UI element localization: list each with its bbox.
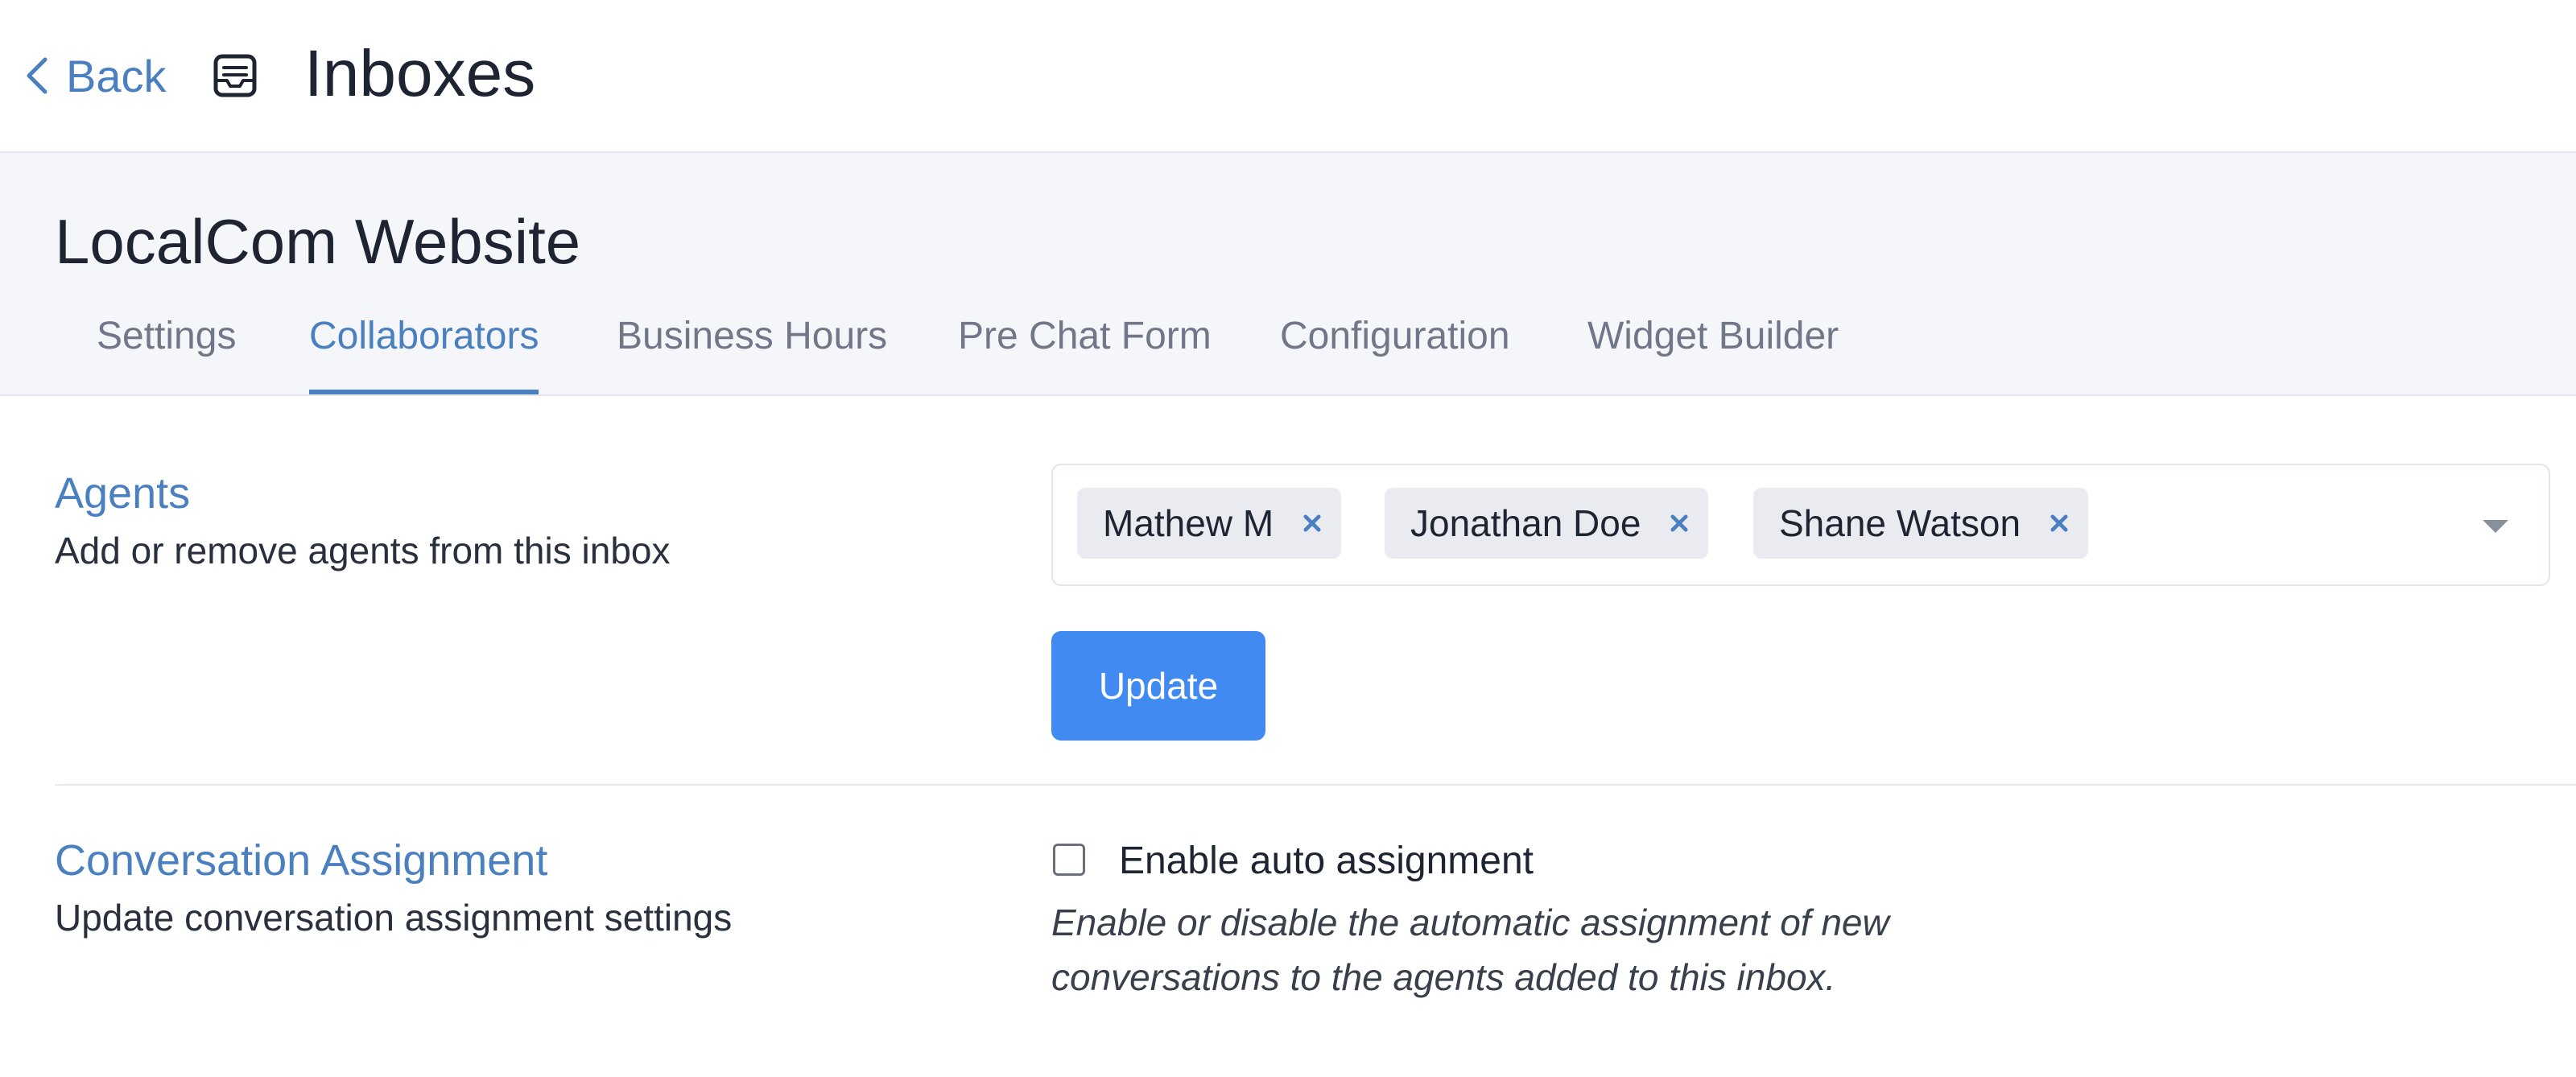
chevron-left-icon xyxy=(27,57,47,94)
section-divider xyxy=(55,784,2576,786)
tab-collaborators[interactable]: Collaborators xyxy=(309,304,539,394)
update-button[interactable]: Update xyxy=(1051,631,1265,741)
help-text-line: conversations to the agents added to thi… xyxy=(1051,956,1836,998)
tab-pre-chat-form[interactable]: Pre Chat Form xyxy=(958,304,1212,394)
tab-widget-builder[interactable]: Widget Builder xyxy=(1587,304,1839,394)
tab-configuration[interactable]: Configuration xyxy=(1280,304,1510,394)
remove-agent-icon[interactable] xyxy=(1298,509,1327,538)
agent-chip-label: Shane Watson xyxy=(1779,502,2021,544)
agent-chip-label: Jonathan Doe xyxy=(1410,502,1641,544)
agent-chip-label: Mathew M xyxy=(1103,502,1274,544)
back-label: Back xyxy=(66,50,167,101)
remove-agent-icon[interactable] xyxy=(2045,509,2074,538)
conversation-assignment-description: Update conversation assignment settings xyxy=(55,897,733,939)
back-button[interactable]: Back xyxy=(21,42,167,109)
agent-chip: Shane Watson xyxy=(1753,488,2089,559)
inbox-subheader: LocalCom Website Settings Collaborators … xyxy=(0,153,2576,396)
tab-business-hours[interactable]: Business Hours xyxy=(617,304,887,394)
remove-agent-icon[interactable] xyxy=(1665,509,1694,538)
auto-assignment-checkbox[interactable] xyxy=(1053,844,1085,876)
settings-tabs: Settings Collaborators Business Hours Pr… xyxy=(0,304,2576,396)
agents-title: Agents xyxy=(55,469,191,518)
auto-assignment-help-text: Enable or disable the automatic assignme… xyxy=(1051,895,2098,1005)
page-title: Inboxes xyxy=(304,37,536,110)
help-text-line: Enable or disable the automatic assignme… xyxy=(1051,902,1889,943)
agent-chip: Jonathan Doe xyxy=(1385,488,1709,559)
top-header: Back Inboxes xyxy=(0,0,2576,153)
conversation-assignment-title: Conversation Assignment xyxy=(55,836,548,885)
tab-settings[interactable]: Settings xyxy=(97,304,236,394)
auto-assignment-label[interactable]: Enable auto assignment xyxy=(1119,837,1534,885)
inbox-name: LocalCom Website xyxy=(55,206,581,277)
caret-down-icon[interactable] xyxy=(2479,515,2512,538)
agents-description: Add or remove agents from this inbox xyxy=(55,530,671,572)
inbox-icon xyxy=(213,54,257,97)
agents-multiselect[interactable]: Mathew M Jonathan Doe Shane Watson xyxy=(1051,464,2550,586)
agent-chip: Mathew M xyxy=(1077,488,1342,559)
